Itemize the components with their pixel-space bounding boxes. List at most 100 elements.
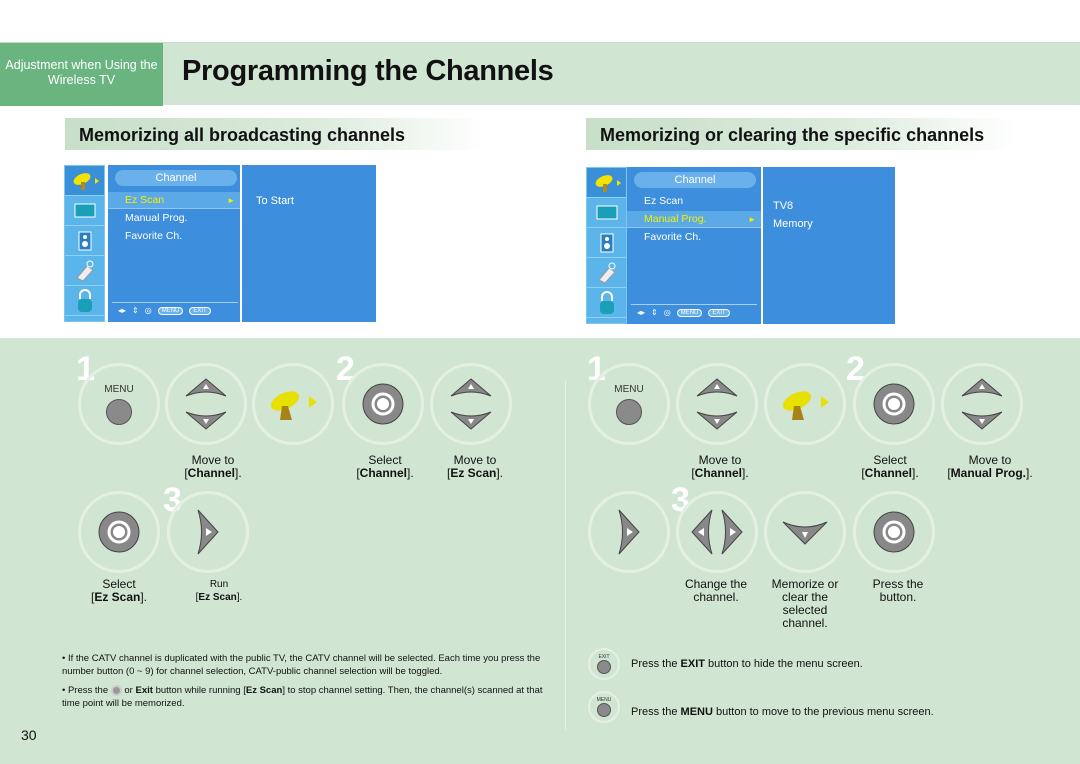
ok-icon: ◎ — [144, 306, 152, 315]
osd-channel-tv8: TV8 — [773, 200, 794, 212]
tip-menu: Press the MENU button to move to the pre… — [631, 706, 934, 719]
lock-icon — [587, 288, 626, 318]
osd-exit-badge: EXIT — [189, 306, 211, 315]
osd-detail-panel: To Start — [242, 165, 376, 322]
osd-item-manual-prog[interactable]: Manual Prog. — [108, 210, 240, 227]
osd-item-ez-scan[interactable]: Ez Scan ► — [108, 192, 240, 209]
round-button-icon — [106, 398, 132, 425]
osd-footer: ◂▸ ⇕ ◎ MENU EXIT — [637, 308, 730, 317]
menu-button[interactable]: MENU — [78, 363, 160, 445]
round-button-icon — [597, 703, 611, 717]
page-header: Adjustment when Using the Wireless TV Pr… — [0, 42, 1080, 106]
tip-bold: EXIT — [680, 658, 705, 670]
caption-bold: Ez Scan — [198, 592, 237, 603]
ok-circle-icon — [873, 511, 915, 553]
osd-item-manual-prog[interactable]: Manual Prog. ► — [627, 211, 761, 228]
osd-to-start: To Start — [256, 195, 294, 207]
channel-icon-step — [764, 363, 846, 445]
note-text: button while running [ — [155, 685, 246, 696]
round-button-icon — [616, 398, 642, 425]
menu-button-label: MENU — [104, 383, 134, 395]
left-right-button[interactable] — [676, 491, 758, 573]
osd-menu-badge: MENU — [157, 306, 184, 315]
ok-button[interactable] — [78, 491, 160, 573]
left-right-arrows-icon: ◂▸ — [637, 308, 646, 317]
up-down-button[interactable] — [430, 363, 512, 445]
tip-bold: MENU — [680, 706, 713, 718]
osd-item-favorite-ch[interactable]: Favorite Ch. — [627, 229, 759, 246]
caption-bold: Ez Scan — [450, 466, 497, 480]
ok-button[interactable] — [342, 363, 424, 445]
exit-button[interactable]: EXIT — [588, 648, 620, 680]
tag-icon — [587, 258, 626, 288]
caption-bold: Manual Prog. — [950, 466, 1026, 480]
satellite-dish-icon — [65, 166, 104, 196]
right-osd-menu: Channel Ez Scan Manual Prog. ► Favorite C… — [586, 167, 898, 324]
tip-exit: Press the EXIT button to hide the menu s… — [631, 658, 863, 671]
down-button[interactable] — [764, 491, 846, 573]
osd-item-label: Ez Scan — [125, 194, 165, 206]
osd-menu-title: Channel — [634, 172, 756, 188]
osd-menu-title: Channel — [115, 170, 237, 186]
osd-menu-badge: MENU — [676, 308, 703, 317]
osd-divider — [112, 302, 238, 303]
note-text: If the CATV channel is duplicated with t… — [62, 653, 541, 677]
ok-button[interactable] — [853, 491, 935, 573]
right-button[interactable] — [167, 491, 249, 573]
lock-icon — [65, 286, 104, 316]
picture-icon — [65, 196, 104, 226]
caption-select-ezscan: Select [Ez Scan]. — [74, 578, 164, 604]
tip-text: button to hide the menu screen. — [708, 658, 863, 670]
caption-select-channel: Select [Channel]. — [340, 454, 430, 480]
speaker-icon — [65, 226, 104, 256]
caption-bold: Channel — [359, 466, 407, 480]
ok-icon: ◎ — [663, 308, 671, 317]
page-number: 30 — [21, 727, 37, 743]
tip-text: button to move to the previous menu scre… — [715, 706, 934, 718]
channel-icon-step — [252, 363, 334, 445]
ok-circle-icon — [362, 383, 404, 425]
osd-memory: Memory — [773, 218, 813, 230]
caption-bold: Channel — [694, 466, 742, 480]
caption-bold: Channel — [187, 466, 235, 480]
menu-small-button[interactable]: MENU — [588, 691, 620, 723]
speaker-icon — [587, 228, 626, 258]
left-right-arrows-icon: ◂▸ — [118, 306, 127, 315]
up-down-arrows-icon — [696, 378, 738, 430]
caption-select-channel: Select [Channel]. — [845, 454, 935, 480]
ok-circle-icon — [110, 684, 122, 696]
caption-move-ezscan: Move to [Ez Scan]. — [430, 454, 520, 480]
caption-change-channel: Change the channel. — [684, 577, 748, 604]
satellite-dish-icon — [587, 168, 626, 198]
up-down-button[interactable] — [941, 363, 1023, 445]
up-down-arrows-icon — [450, 378, 492, 430]
note-text: or — [124, 685, 133, 696]
up-down-arrows-icon: ⇕ — [651, 308, 658, 317]
up-down-button[interactable] — [676, 363, 758, 445]
left-section-heading: Memorizing all broadcasting channels — [65, 118, 485, 150]
osd-channel-menu: Channel Ez Scan ► Manual Prog. Favorite C… — [108, 165, 240, 322]
note-text: Press the — [67, 685, 109, 696]
round-button-icon — [597, 660, 611, 674]
osd-footer: ◂▸ ⇕ ◎ MENU EXIT — [118, 306, 211, 315]
note-bold: Ez Scan — [245, 685, 283, 696]
up-down-button[interactable] — [165, 363, 247, 445]
caption-bold: Ez Scan — [94, 590, 141, 604]
satellite-dish-icon — [782, 391, 829, 420]
caption-line: Run — [209, 579, 229, 590]
right-arrow-icon — [197, 509, 219, 555]
right-button[interactable] — [588, 491, 670, 573]
caption-move-channel: Move to [Channel]. — [675, 454, 765, 480]
caption-bold: Channel — [864, 466, 912, 480]
ok-button[interactable] — [853, 363, 935, 445]
osd-item-ez-scan[interactable]: Ez Scan — [627, 193, 759, 210]
menu-button[interactable]: MENU — [588, 363, 670, 445]
caption-memorize-clear: Memorize or clear the selected channel. — [771, 577, 839, 630]
note-stop-scan: • Press the or Exit button while running… — [62, 684, 543, 709]
osd-item-favorite-ch[interactable]: Favorite Ch. — [108, 228, 240, 245]
ok-circle-icon — [873, 383, 915, 425]
satellite-dish-icon — [270, 391, 317, 420]
arrow-right-icon: ► — [748, 215, 756, 224]
caption-press-button: Press the button. — [872, 577, 924, 604]
right-arrow-icon — [618, 509, 640, 555]
